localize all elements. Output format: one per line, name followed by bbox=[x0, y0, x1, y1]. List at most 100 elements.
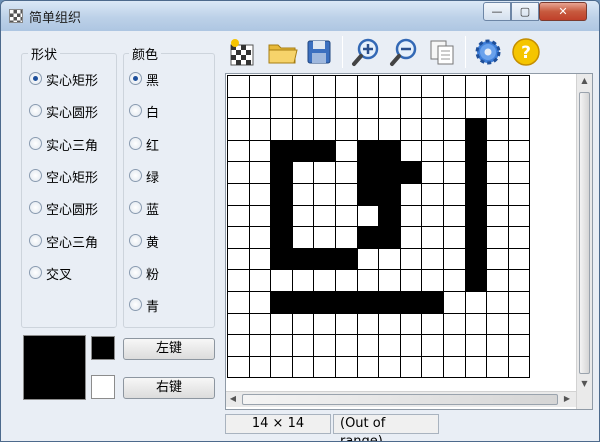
pixel-cell[interactable] bbox=[292, 119, 315, 141]
pixel-cell[interactable] bbox=[508, 335, 531, 357]
pixel-cell[interactable] bbox=[249, 356, 272, 379]
pixel-cell[interactable] bbox=[292, 140, 315, 163]
pixel-cell[interactable] bbox=[314, 183, 336, 206]
pixel-cell[interactable] bbox=[314, 97, 336, 120]
pixel-cell[interactable] bbox=[465, 248, 488, 271]
pixel-cell[interactable] bbox=[314, 335, 336, 357]
pixel-cell[interactable] bbox=[422, 205, 444, 228]
pixel-cell[interactable] bbox=[465, 140, 488, 163]
pixel-cell[interactable] bbox=[400, 140, 423, 163]
pixel-cell[interactable] bbox=[379, 248, 401, 271]
copy-icon[interactable] bbox=[427, 37, 457, 67]
pixel-cell[interactable] bbox=[228, 119, 250, 141]
pixel-cell[interactable] bbox=[465, 183, 488, 206]
radio-button[interactable] bbox=[29, 72, 42, 85]
pixel-cell[interactable] bbox=[465, 97, 488, 120]
pixel-cell[interactable] bbox=[465, 119, 488, 141]
zoom-out-icon[interactable] bbox=[389, 37, 419, 67]
radio-button[interactable] bbox=[129, 233, 142, 247]
help-icon[interactable]: ? bbox=[511, 37, 541, 67]
right-color-swatch[interactable] bbox=[91, 375, 115, 399]
scroll-right-icon[interactable]: ▶ bbox=[562, 394, 572, 403]
pixel-cell[interactable] bbox=[465, 356, 488, 379]
pixel-cell[interactable] bbox=[292, 335, 315, 357]
pixel-cell[interactable] bbox=[271, 291, 293, 314]
pixel-cell[interactable] bbox=[508, 119, 531, 141]
pixel-cell[interactable] bbox=[314, 227, 336, 249]
pixel-cell[interactable] bbox=[379, 183, 401, 206]
vertical-scroll-thumb[interactable] bbox=[579, 92, 590, 374]
pixel-canvas[interactable]: ▲ ▼ ◀ ▶ bbox=[225, 73, 593, 410]
pixel-cell[interactable] bbox=[422, 335, 444, 357]
pixel-cell[interactable] bbox=[335, 270, 358, 292]
pixel-cell[interactable] bbox=[487, 313, 509, 336]
pixel-cell[interactable] bbox=[249, 335, 272, 357]
pixel-cell[interactable] bbox=[271, 313, 293, 336]
pixel-cell[interactable] bbox=[271, 248, 293, 271]
pixel-cell[interactable] bbox=[271, 162, 293, 184]
pixel-cell[interactable] bbox=[271, 227, 293, 249]
pixel-cell[interactable] bbox=[292, 183, 315, 206]
pixel-cell[interactable] bbox=[465, 313, 488, 336]
pixel-cell[interactable] bbox=[228, 140, 250, 163]
pixel-cell[interactable] bbox=[443, 97, 466, 120]
pixel-cell[interactable] bbox=[422, 291, 444, 314]
pixel-cell[interactable] bbox=[487, 291, 509, 314]
horizontal-scroll-thumb[interactable] bbox=[242, 394, 558, 405]
pixel-cell[interactable] bbox=[487, 97, 509, 120]
pixel-cell[interactable] bbox=[465, 291, 488, 314]
pixel-cell[interactable] bbox=[443, 356, 466, 379]
pixel-cell[interactable] bbox=[422, 97, 444, 120]
pixel-cell[interactable] bbox=[335, 76, 358, 98]
pixel-cell[interactable] bbox=[443, 162, 466, 184]
pixel-cell[interactable] bbox=[443, 140, 466, 163]
pixel-cell[interactable] bbox=[249, 205, 272, 228]
pixel-cell[interactable] bbox=[292, 162, 315, 184]
pixel-cell[interactable] bbox=[292, 76, 315, 98]
pixel-cell[interactable] bbox=[508, 313, 531, 336]
pixel-cell[interactable] bbox=[487, 140, 509, 163]
pixel-grid[interactable] bbox=[227, 75, 531, 379]
pixel-cell[interactable] bbox=[357, 76, 380, 98]
left-key-button[interactable]: 左键 bbox=[123, 338, 215, 360]
pixel-cell[interactable] bbox=[379, 291, 401, 314]
pixel-cell[interactable] bbox=[422, 356, 444, 379]
pixel-cell[interactable] bbox=[400, 205, 423, 228]
pixel-cell[interactable] bbox=[271, 76, 293, 98]
scroll-left-icon[interactable]: ◀ bbox=[228, 394, 238, 403]
pixel-cell[interactable] bbox=[249, 183, 272, 206]
pixel-cell[interactable] bbox=[400, 97, 423, 120]
pixel-cell[interactable] bbox=[443, 335, 466, 357]
pixel-cell[interactable] bbox=[335, 97, 358, 120]
pixel-cell[interactable] bbox=[249, 97, 272, 120]
pixel-cell[interactable] bbox=[508, 162, 531, 184]
pixel-cell[interactable] bbox=[422, 119, 444, 141]
pixel-cell[interactable] bbox=[292, 248, 315, 271]
pixel-cell[interactable] bbox=[508, 270, 531, 292]
pixel-cell[interactable] bbox=[228, 97, 250, 120]
zoom-in-icon[interactable] bbox=[351, 37, 381, 67]
pixel-cell[interactable] bbox=[335, 227, 358, 249]
pixel-cell[interactable] bbox=[465, 205, 488, 228]
pixel-cell[interactable] bbox=[379, 162, 401, 184]
settings-gear-icon[interactable] bbox=[473, 37, 503, 67]
pixel-cell[interactable] bbox=[379, 205, 401, 228]
pixel-cell[interactable] bbox=[443, 248, 466, 271]
pixel-cell[interactable] bbox=[249, 76, 272, 98]
pixel-cell[interactable] bbox=[422, 248, 444, 271]
pixel-cell[interactable] bbox=[228, 76, 250, 98]
pixel-cell[interactable] bbox=[357, 119, 380, 141]
pixel-cell[interactable] bbox=[443, 313, 466, 336]
pixel-cell[interactable] bbox=[228, 313, 250, 336]
pixel-cell[interactable] bbox=[465, 227, 488, 249]
radio-button[interactable] bbox=[29, 136, 42, 150]
pixel-cell[interactable] bbox=[487, 248, 509, 271]
pixel-cell[interactable] bbox=[443, 205, 466, 228]
pixel-cell[interactable] bbox=[271, 119, 293, 141]
pixel-cell[interactable] bbox=[422, 162, 444, 184]
pixel-cell[interactable] bbox=[422, 313, 444, 336]
pixel-cell[interactable] bbox=[443, 183, 466, 206]
pixel-cell[interactable] bbox=[292, 97, 315, 120]
radio-button[interactable] bbox=[129, 265, 142, 279]
pixel-cell[interactable] bbox=[379, 119, 401, 141]
